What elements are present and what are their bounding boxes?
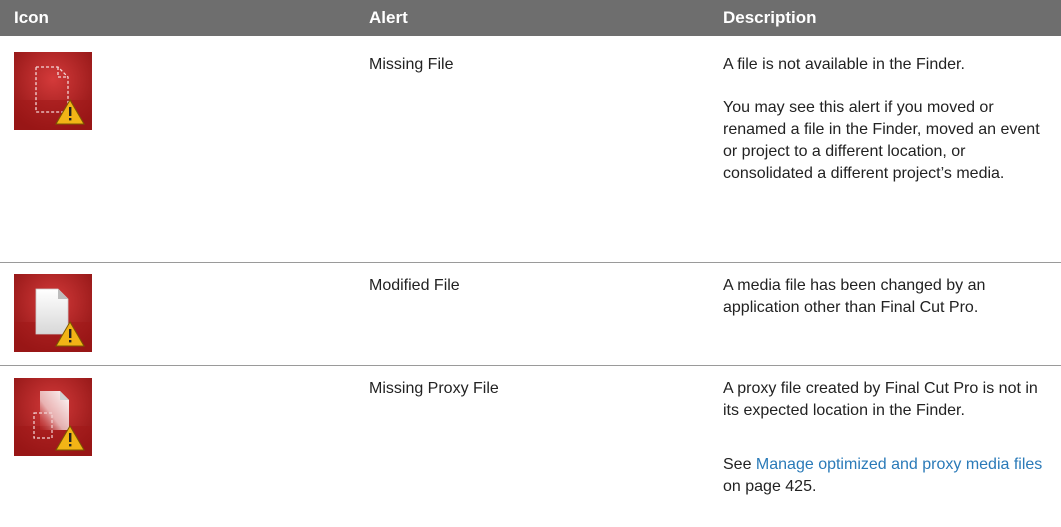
alert-description: A proxy file created by Final Cut Pro is…: [723, 378, 1043, 422]
alert-name: Missing Proxy File: [369, 380, 499, 397]
alert-description: A media file has been changed by an appl…: [723, 275, 1043, 319]
page-reference: on page 425.: [723, 478, 817, 495]
header-icon: Icon: [14, 8, 49, 27]
header-alert: Alert: [369, 8, 408, 27]
description-text: You may see this alert if you moved or r…: [723, 99, 1040, 182]
row-divider: [0, 262, 1061, 263]
missing-file-icon: [14, 52, 92, 130]
manage-media-link[interactable]: Manage optimized and proxy media files: [756, 456, 1042, 473]
alert-name: Missing File: [369, 56, 454, 73]
see-prefix: See: [723, 456, 752, 473]
modified-file-icon: [14, 274, 92, 352]
description-text: A proxy file created by Final Cut Pro is…: [723, 380, 1038, 419]
alert-name: Modified File: [369, 277, 460, 294]
alert-description: A file is not available in the Finder.: [723, 54, 1043, 76]
alert-description-detail: You may see this alert if you moved or r…: [723, 97, 1043, 185]
description-text: A file is not available in the Finder.: [723, 56, 965, 73]
description-text: A media file has been changed by an appl…: [723, 277, 986, 316]
missing-proxy-file-icon: [14, 378, 92, 456]
alert-see-also: See Manage optimized and proxy media fil…: [723, 454, 1043, 498]
row-divider: [0, 365, 1061, 366]
table-header: Icon Alert Description: [0, 0, 1061, 36]
header-description: Description: [723, 8, 817, 27]
see-also-text: See Manage optimized and proxy media fil…: [723, 454, 1043, 498]
